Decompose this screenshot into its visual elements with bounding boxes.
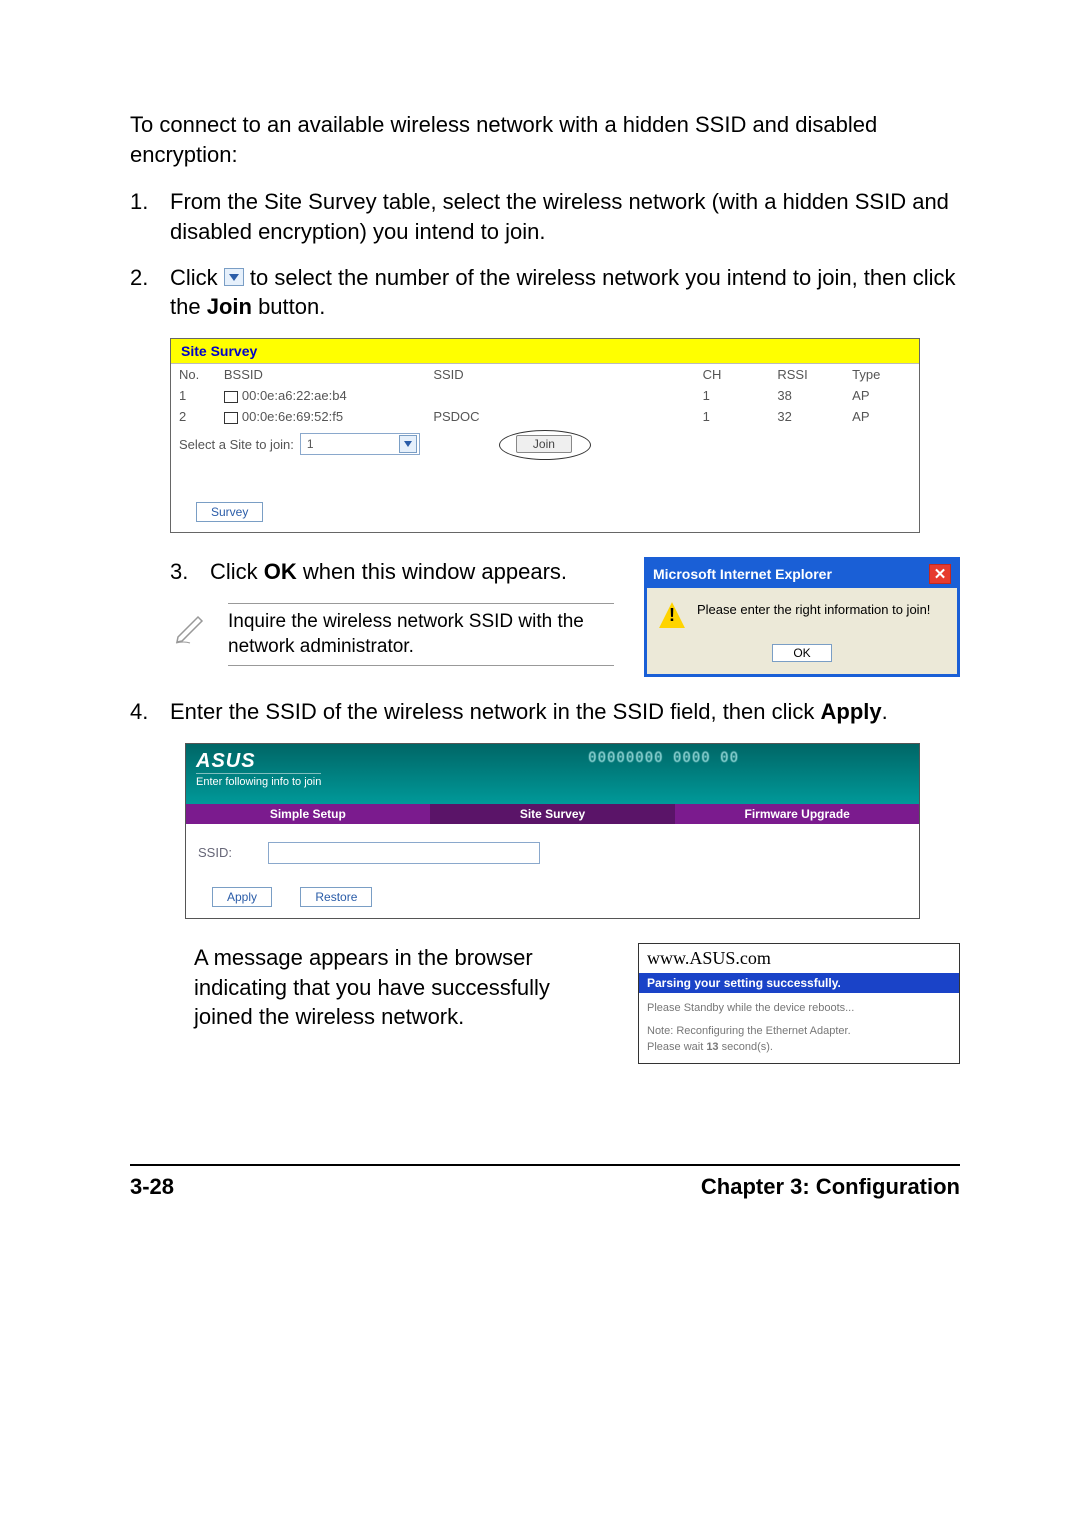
dropdown-icon [224,268,244,286]
success-paragraph: A message appears in the browser indicat… [170,943,603,1064]
step-4: 4. Enter the SSID of the wireless networ… [130,697,960,727]
col-type: Type [844,364,919,385]
join-button[interactable]: Join [516,435,572,453]
ok-button[interactable]: OK [772,644,831,662]
dialog-message: Please enter the right information to jo… [697,602,930,617]
survey-button[interactable]: Survey [196,502,263,522]
step-2-a: Click [170,265,224,290]
site-select[interactable]: 1 [300,433,420,455]
success-line-1: Please Standby while the device reboots.… [647,1001,951,1016]
select-site-label: Select a Site to join: [179,437,294,452]
col-rssi: RSSI [769,364,844,385]
table-row[interactable]: 2 00:0e:6e:69:52:f5 PSDOC 1 32 AP [171,406,919,427]
device-icon [224,412,238,424]
success-bar: Parsing your setting successfully. [639,973,959,993]
site-survey-header: Site Survey [171,339,919,364]
tab-simple-setup[interactable]: Simple Setup [186,804,431,824]
site-select-value: 1 [307,437,314,451]
close-icon[interactable]: ✕ [929,564,951,584]
asus-mac-blurred: 00000000 0000 00 [588,750,739,766]
success-screenshot: www.ASUS.com Parsing your setting succes… [638,943,960,1064]
site-survey-screenshot: Site Survey No. BSSID SSID CH RSSI Type … [170,338,920,533]
success-line-2: Note: Reconfiguring the Ethernet Adapter… [647,1024,951,1039]
step-2-join: Join [207,294,252,319]
col-ssid: SSID [425,364,694,385]
step-3: 3. Click OK when this window appears. [170,557,614,587]
ie-dialog: Microsoft Internet Explorer ✕ ! Please e… [644,557,960,677]
col-bssid: BSSID [216,364,425,385]
asus-logo: ASUS [196,750,909,773]
pencil-note-icon [170,603,214,666]
chevron-down-icon [399,435,417,453]
step-2: 2. Click to select the number of the wir… [130,263,960,322]
page-number: 3-28 [130,1174,174,1200]
restore-button[interactable]: Restore [300,887,372,907]
ssid-input[interactable] [268,842,540,864]
success-line-3: Please wait 13 second(s). [647,1040,951,1055]
note-text: Inquire the wireless network SSID with t… [228,603,614,666]
tab-site-survey[interactable]: Site Survey [431,804,676,824]
col-ch: CH [695,364,770,385]
device-icon [224,391,238,403]
step-1-text: From the Site Survey table, select the w… [170,189,949,244]
table-row[interactable]: 1 00:0e:a6:22:ae:b4 1 38 AP [171,385,919,406]
intro-paragraph: To connect to an available wireless netw… [130,110,960,169]
step-2-c: button. [258,294,325,319]
ssid-label: SSID: [198,845,258,860]
col-no: No. [171,364,216,385]
asus-config-screenshot: ASUS Enter following info to join 000000… [185,743,920,919]
site-survey-table: No. BSSID SSID CH RSSI Type 1 00:0e:a6:2… [171,364,919,427]
success-url: www.ASUS.com [639,944,959,973]
tab-firmware-upgrade[interactable]: Firmware Upgrade [675,804,919,824]
chapter-title: Chapter 3: Configuration [701,1174,960,1200]
warning-icon: ! [659,602,685,628]
dialog-title: Microsoft Internet Explorer [653,566,832,582]
step-1: 1. From the Site Survey table, select th… [130,187,960,246]
apply-button[interactable]: Apply [212,887,272,907]
asus-subtitle: Enter following info to join [196,773,321,788]
